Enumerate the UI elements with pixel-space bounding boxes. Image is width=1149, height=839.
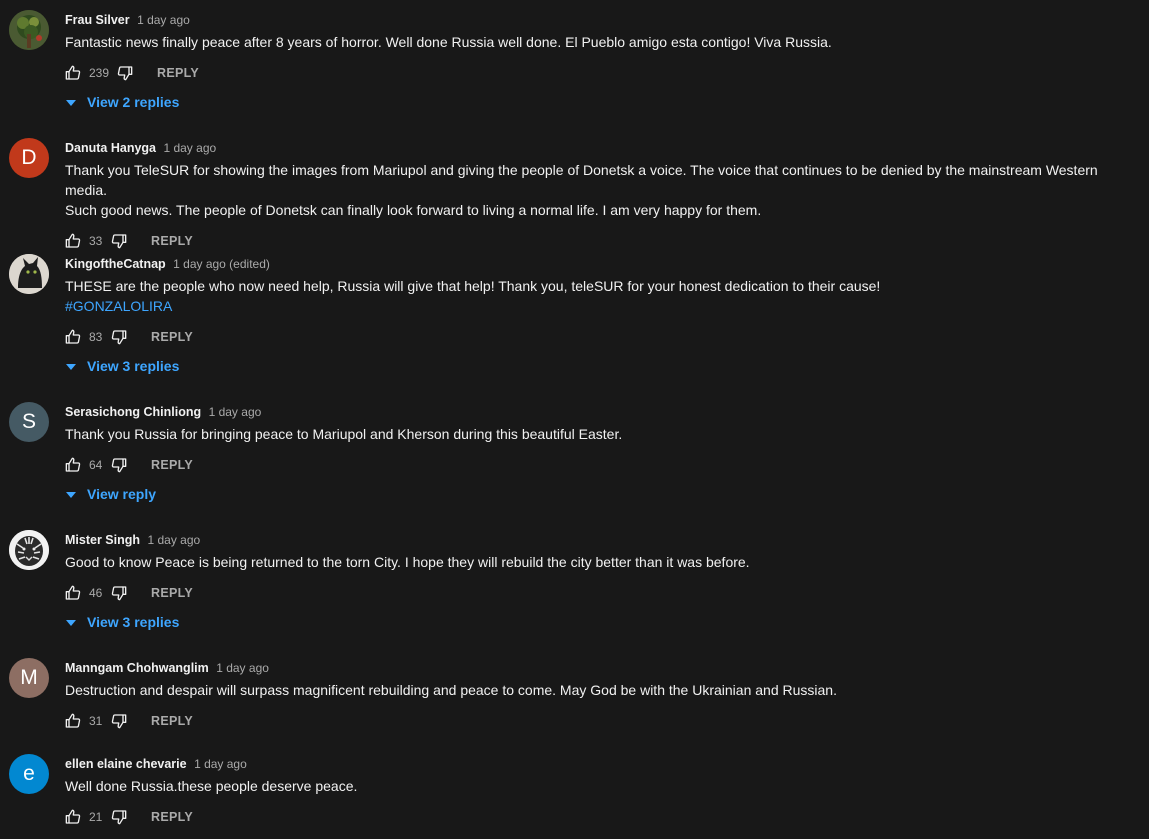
dislike-icon[interactable] bbox=[111, 809, 127, 825]
comment-header: KingoftheCatnap 1 day ago (edited) bbox=[65, 254, 1143, 274]
avatar[interactable] bbox=[9, 10, 49, 50]
like-count: 21 bbox=[89, 810, 103, 824]
dislike-icon[interactable] bbox=[111, 329, 127, 345]
author-name[interactable]: Frau Silver bbox=[65, 13, 130, 27]
like-count: 46 bbox=[89, 586, 103, 600]
author-name[interactable]: Danuta Hanyga bbox=[65, 141, 156, 155]
view-replies-button[interactable]: View 2 replies bbox=[65, 92, 1143, 112]
reply-button[interactable]: REPLY bbox=[151, 810, 193, 824]
avatar[interactable]: e bbox=[9, 754, 49, 794]
timestamp[interactable]: 1 day ago bbox=[216, 661, 269, 675]
chevron-down-icon bbox=[65, 96, 77, 108]
comments-section: Frau Silver 1 day ago Fantastic news fin… bbox=[0, 0, 1149, 839]
comment-text-content: THESE are the people who now need help, … bbox=[65, 278, 881, 294]
profile-photo-cat bbox=[9, 254, 49, 294]
avatar-letter: e bbox=[23, 762, 35, 785]
comment-body: KingoftheCatnap 1 day ago (edited) THESE… bbox=[65, 254, 1143, 376]
avatar[interactable]: D bbox=[9, 138, 49, 178]
timestamp[interactable]: 1 day ago bbox=[147, 533, 200, 547]
view-replies-label: View reply bbox=[87, 486, 157, 502]
like-icon[interactable] bbox=[65, 329, 81, 345]
author-name[interactable]: KingoftheCatnap bbox=[65, 257, 166, 271]
timestamp[interactable]: 1 day ago bbox=[163, 141, 216, 155]
dislike-icon[interactable] bbox=[117, 65, 133, 81]
chevron-down-icon bbox=[65, 360, 77, 372]
comment-text: THESE are the people who now need help, … bbox=[65, 276, 1143, 316]
reply-button[interactable]: REPLY bbox=[151, 586, 193, 600]
comment-body: Serasichong Chinliong 1 day ago Thank yo… bbox=[65, 402, 1143, 504]
comment-body: Manngam Chohwanglim 1 day ago Destructio… bbox=[65, 658, 1143, 731]
comment-toolbar: 83 REPLY bbox=[65, 327, 1143, 347]
like-icon[interactable] bbox=[65, 233, 81, 249]
dislike-icon[interactable] bbox=[111, 713, 127, 729]
dislike-icon[interactable] bbox=[111, 585, 127, 601]
like-icon[interactable] bbox=[65, 809, 81, 825]
author-name[interactable]: Mister Singh bbox=[65, 533, 140, 547]
comment-body: Frau Silver 1 day ago Fantastic news fin… bbox=[65, 10, 1143, 112]
author-name[interactable]: Manngam Chohwanglim bbox=[65, 661, 209, 675]
comment-header: ellen elaine chevarie 1 day ago bbox=[65, 754, 1143, 774]
profile-photo-tree bbox=[9, 10, 49, 50]
comment-text: Well done Russia.these people deserve pe… bbox=[65, 778, 358, 794]
view-replies-label: View 2 replies bbox=[87, 94, 180, 110]
chevron-down-icon bbox=[65, 616, 77, 628]
view-replies-label: View 3 replies bbox=[87, 614, 180, 630]
timestamp[interactable]: 1 day ago bbox=[209, 405, 262, 419]
avatar[interactable] bbox=[9, 254, 49, 294]
comment-text: Thank you Russia for bringing peace to M… bbox=[65, 426, 623, 442]
like-count: 33 bbox=[89, 234, 103, 248]
reply-button[interactable]: REPLY bbox=[151, 330, 193, 344]
timestamp[interactable]: 1 day ago (edited) bbox=[173, 257, 270, 271]
comment-toolbar: 31 REPLY bbox=[65, 711, 1143, 731]
view-replies-label: View 3 replies bbox=[87, 358, 180, 374]
timestamp[interactable]: 1 day ago bbox=[137, 13, 190, 27]
comment-toolbar: 239 REPLY bbox=[65, 63, 1143, 83]
like-icon[interactable] bbox=[65, 457, 81, 473]
comment-toolbar: 46 REPLY bbox=[65, 583, 1143, 603]
comment-header: Serasichong Chinliong 1 day ago bbox=[65, 402, 1143, 422]
avatar[interactable]: M bbox=[9, 658, 49, 698]
author-name[interactable]: Serasichong Chinliong bbox=[65, 405, 201, 419]
comment-text: Thank you TeleSUR for showing the images… bbox=[65, 162, 1098, 218]
avatar-letter: D bbox=[21, 146, 37, 169]
comment-toolbar: 64 REPLY bbox=[65, 455, 1143, 475]
view-replies-button[interactable]: View reply bbox=[65, 484, 1143, 504]
like-count: 64 bbox=[89, 458, 103, 472]
profile-photo-tiger bbox=[9, 530, 49, 570]
comment-toolbar: 33 REPLY bbox=[65, 231, 1143, 251]
dislike-icon[interactable] bbox=[111, 233, 127, 249]
hashtag-link[interactable]: #GONZALOLIRA bbox=[65, 298, 172, 314]
avatar[interactable]: S bbox=[9, 402, 49, 442]
avatar[interactable] bbox=[9, 530, 49, 570]
comment-body: Danuta Hanyga 1 day ago Thank you TeleSU… bbox=[65, 138, 1143, 251]
like-icon[interactable] bbox=[65, 713, 81, 729]
comment-body: ellen elaine chevarie 1 day ago Well don… bbox=[65, 754, 1143, 827]
like-count: 83 bbox=[89, 330, 103, 344]
like-icon[interactable] bbox=[65, 65, 81, 81]
reply-button[interactable]: REPLY bbox=[151, 458, 193, 472]
reply-button[interactable]: REPLY bbox=[157, 66, 199, 80]
comment-text: Destruction and despair will surpass mag… bbox=[65, 682, 837, 698]
comment-header: Frau Silver 1 day ago bbox=[65, 10, 1143, 30]
comment-header: Danuta Hanyga 1 day ago bbox=[65, 138, 1143, 158]
timestamp[interactable]: 1 day ago bbox=[194, 757, 247, 771]
comment-text: Good to know Peace is being returned to … bbox=[65, 554, 750, 570]
comment-body: Mister Singh 1 day ago Good to know Peac… bbox=[65, 530, 1143, 632]
avatar-letter: M bbox=[20, 666, 38, 689]
reply-button[interactable]: REPLY bbox=[151, 714, 193, 728]
comment-header: Mister Singh 1 day ago bbox=[65, 530, 1143, 550]
comment-header: Manngam Chohwanglim 1 day ago bbox=[65, 658, 1143, 678]
comment-toolbar: 21 REPLY bbox=[65, 807, 1143, 827]
like-count: 239 bbox=[89, 66, 110, 80]
dislike-icon[interactable] bbox=[111, 457, 127, 473]
avatar-letter: S bbox=[21, 410, 36, 433]
reply-button[interactable]: REPLY bbox=[151, 234, 193, 248]
view-replies-button[interactable]: View 3 replies bbox=[65, 612, 1143, 632]
like-icon[interactable] bbox=[65, 585, 81, 601]
view-replies-button[interactable]: View 3 replies bbox=[65, 356, 1143, 376]
chevron-down-icon bbox=[65, 488, 77, 500]
comment-text: Fantastic news finally peace after 8 yea… bbox=[65, 34, 832, 50]
like-count: 31 bbox=[89, 714, 103, 728]
author-name[interactable]: ellen elaine chevarie bbox=[65, 757, 187, 771]
